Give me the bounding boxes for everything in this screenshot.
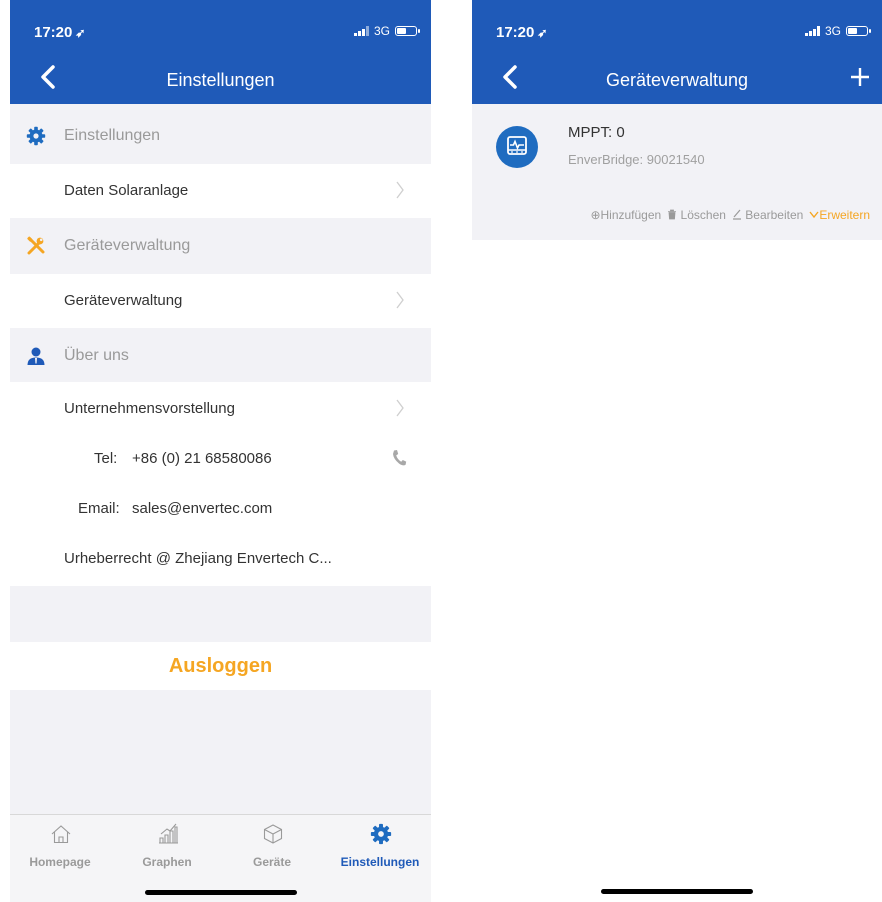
network-label: 3G <box>373 24 390 38</box>
phone-icon[interactable] <box>391 449 407 467</box>
battery-icon <box>846 26 871 36</box>
tel-label: Tel: <box>94 450 118 467</box>
edit-label: Bearbeiten <box>745 208 804 222</box>
email-value: sales@envertec.com <box>132 500 273 517</box>
status-indicators: 3G <box>353 24 420 38</box>
gear-icon <box>26 126 46 146</box>
delete-label: Löschen <box>680 208 726 222</box>
signal-icon <box>804 26 820 36</box>
status-indicators: 3G <box>804 24 871 38</box>
device-name: MPPT: 0 <box>568 124 625 141</box>
row-email[interactable]: Email: sales@envertec.com <box>10 482 431 536</box>
tab-bar: Homepage Graphen Geräte Einstellungen <box>10 814 431 902</box>
signal-icon <box>353 26 369 36</box>
page-title: Einstellungen <box>166 70 275 90</box>
row-solar-data[interactable]: Daten Solaranlage <box>10 164 431 218</box>
section-header-label: Einstellungen <box>64 127 161 144</box>
tab-label: Einstellungen <box>340 855 420 869</box>
device-icon <box>496 126 538 168</box>
network-label: 3G <box>824 24 841 38</box>
device-card[interactable]: MPPT: 0 EnverBridge: 90021540 ⊕Hinzufüge… <box>472 104 882 240</box>
top-bar: 17:20 ➶ 3G Einstellungen <box>10 0 431 104</box>
device-actions: ⊕Hinzufügen Löschen Bearbeiten Erweitern <box>590 208 870 222</box>
add-device-button[interactable] <box>850 64 870 92</box>
section-header-about-us: Über uns <box>10 328 431 384</box>
settings-screen: 17:20 ➶ 3G Einstellungen Einstellungen Da… <box>10 0 431 902</box>
monitor-icon <box>507 136 527 155</box>
chevron-right-icon <box>396 291 404 309</box>
box-icon <box>263 824 283 844</box>
home-icon <box>51 825 71 844</box>
tab-label: Homepage <box>29 855 91 869</box>
delete-action[interactable]: Löschen <box>667 208 726 222</box>
status-time: 17:20 ➶ <box>496 24 547 41</box>
tab-label: Geräte <box>252 855 292 869</box>
logout-button[interactable]: Ausloggen <box>10 642 431 690</box>
chevron-right-icon <box>396 181 404 199</box>
time-label: 17:20 <box>496 24 535 41</box>
battery-icon <box>395 26 420 36</box>
expand-label: Erweitern <box>819 208 870 222</box>
row-label: Unternehmensvorstellung <box>64 400 235 417</box>
home-indicator[interactable] <box>601 889 753 894</box>
section-header-device-management: Geräteverwaltung <box>10 218 431 274</box>
row-device-management[interactable]: Geräteverwaltung <box>10 274 431 328</box>
tools-icon <box>27 236 45 255</box>
page-title: Geräteverwaltung <box>605 70 749 90</box>
chevron-right-icon <box>396 399 404 417</box>
home-indicator[interactable] <box>144 890 297 895</box>
chevron-down-icon <box>809 211 819 219</box>
section-header-label: Über uns <box>64 347 129 364</box>
tab-label: Graphen <box>142 855 192 869</box>
user-icon <box>27 347 45 365</box>
location-arrow-icon: ➶ <box>75 26 86 40</box>
row-label: Geräteverwaltung <box>64 292 183 309</box>
row-label: Daten Solaranlage <box>64 182 189 199</box>
top-bar: 17:20 ➶ 3G Geräteverwaltung <box>472 0 882 104</box>
plus-icon <box>851 68 869 86</box>
status-time: 17:20 ➶ <box>34 24 85 41</box>
trash-icon <box>668 209 677 220</box>
copyright-text: Urheberrecht @ Zhejiang Envertech C... <box>64 550 332 567</box>
row-copyright: Urheberrecht @ Zhejiang Envertech C... <box>10 532 431 586</box>
time-label: 17:20 <box>34 24 73 41</box>
location-arrow-icon: ➶ <box>537 26 548 40</box>
device-management-screen: 17:20 ➶ 3G Geräteverwaltung MPPT: 0 Enver… <box>472 0 882 902</box>
device-bridge-id: EnverBridge: 90021540 <box>568 152 705 167</box>
chart-icon <box>159 823 178 844</box>
row-company-profile[interactable]: Unternehmensvorstellung <box>10 382 431 436</box>
add-action[interactable]: ⊕Hinzufügen <box>590 208 661 222</box>
edit-action[interactable]: Bearbeiten <box>732 208 803 222</box>
tel-value: +86 (0) 21 68580086 <box>132 450 272 467</box>
row-telephone[interactable]: Tel: +86 (0) 21 68580086 <box>10 432 431 486</box>
expand-action[interactable]: Erweitern <box>809 208 870 222</box>
pencil-icon <box>732 209 741 220</box>
section-header-label: Geräteverwaltung <box>64 237 191 254</box>
email-label: Email: <box>78 500 120 517</box>
gear-icon <box>370 823 392 845</box>
section-header-settings: Einstellungen <box>10 108 431 164</box>
